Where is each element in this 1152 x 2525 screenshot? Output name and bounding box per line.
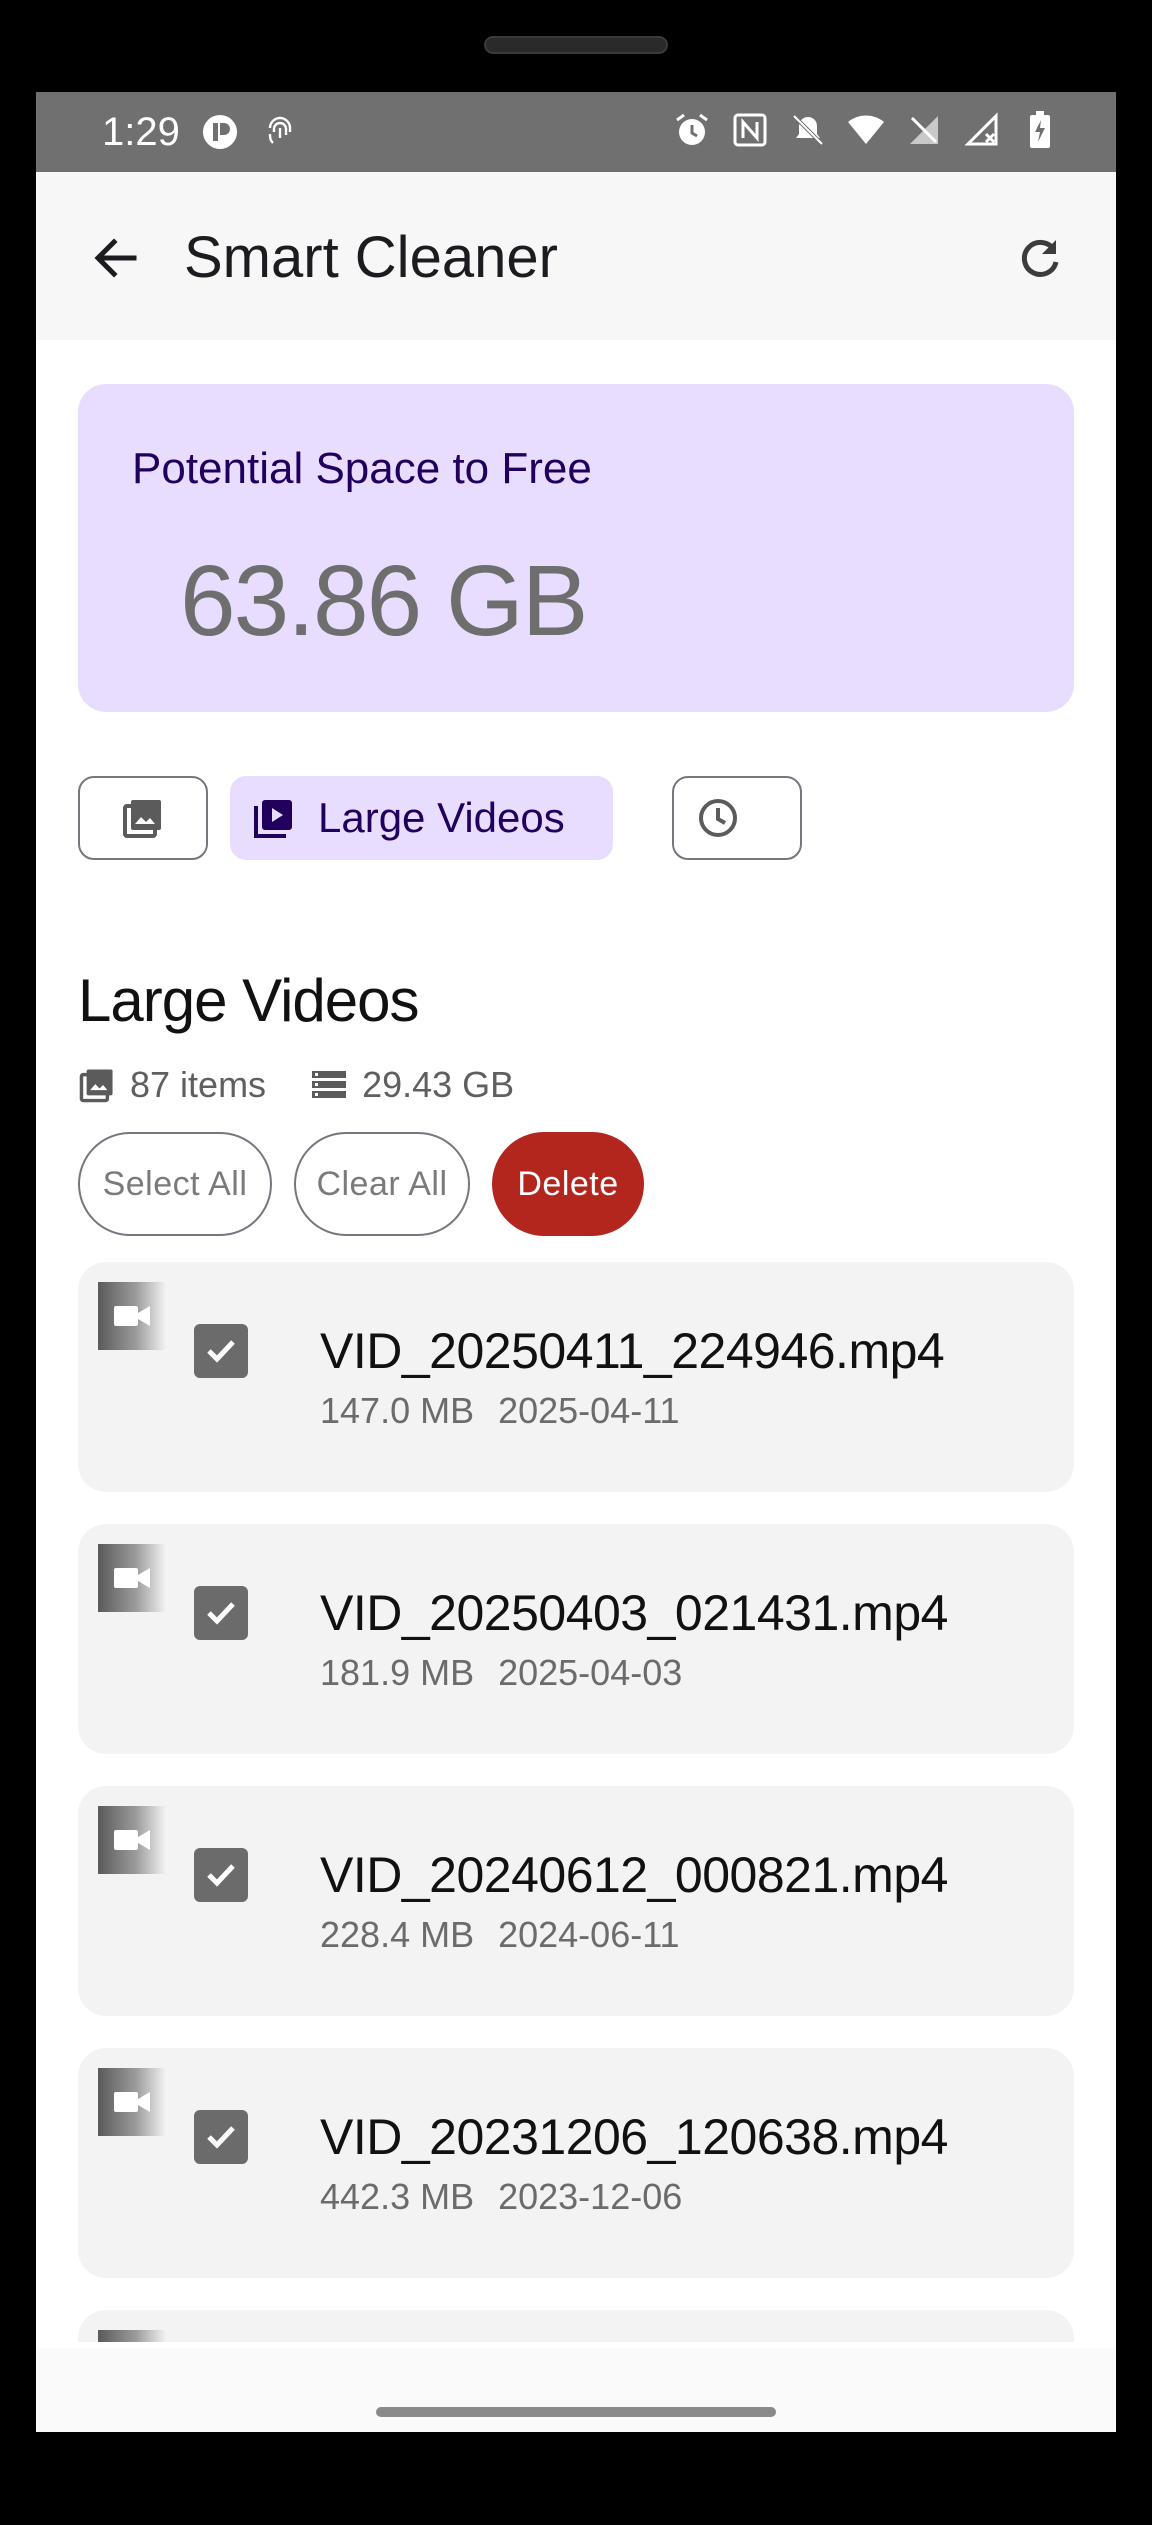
filter-chip-old-files[interactable] — [672, 776, 802, 860]
file-date: 2023-12-06 — [498, 2176, 683, 2217]
total-size-text: 29.43 GB — [362, 1064, 515, 1105]
filter-chip-large-videos[interactable]: Large Videos — [230, 776, 613, 860]
file-name: VID_20240612_000821.mp4 — [320, 1847, 948, 1903]
file-name: VID_20231206_120638.mp4 — [320, 2109, 948, 2165]
file-name: VID_20250403_021431.mp4 — [320, 1585, 948, 1641]
image-icon — [123, 800, 161, 838]
no-sim-icon — [904, 110, 944, 150]
earpiece — [484, 36, 668, 54]
back-button[interactable] — [80, 222, 152, 294]
nfc-icon — [730, 110, 770, 150]
app-bar: Smart Cleaner — [36, 172, 1116, 340]
file-size: 147.0 MB — [320, 1390, 475, 1431]
file-size: 442.3 MB — [320, 2176, 475, 2217]
file-date: 2024-06-11 — [498, 1914, 680, 1955]
gesture-handle[interactable] — [376, 2407, 776, 2417]
summary-card: Potential Space to Free 63.86 GB — [78, 384, 1074, 712]
no-signal-icon — [962, 110, 1002, 150]
file-details: 181.9 MB 2025-04-03 — [320, 1652, 682, 1694]
videocam-icon — [114, 1830, 150, 1850]
item-count: 87 items — [78, 1064, 266, 1106]
chip-label: Large Videos — [318, 794, 565, 841]
file-checkbox[interactable] — [194, 1586, 248, 1640]
file-card[interactable]: VID_20250403_021431.mp4 181.9 MB 2025-04-… — [78, 1524, 1074, 1754]
select-all-button[interactable]: Select All — [78, 1132, 272, 1236]
file-card[interactable]: VID_20240612_000821.mp4 228.4 MB 2024-06-… — [78, 1786, 1074, 2016]
storage-icon — [312, 1071, 347, 1098]
page-title: Smart Cleaner — [184, 225, 558, 290]
check-icon — [207, 2126, 235, 2149]
battery-charging-icon — [1020, 110, 1060, 150]
delete-button[interactable]: Delete — [492, 1132, 644, 1236]
status-bar: 1:29 — [36, 92, 1116, 172]
filter-chips: Large Videos — [78, 776, 1078, 860]
section-title: Large Videos — [78, 967, 419, 1034]
file-date: 2025-04-11 — [498, 1390, 680, 1431]
video-thumbnail — [98, 1544, 166, 1612]
status-left-icons — [200, 112, 300, 152]
navigation-bar-area — [36, 2348, 1116, 2432]
wifi-icon — [846, 110, 886, 150]
summary-label: Potential Space to Free — [132, 444, 592, 493]
file-size: 181.9 MB — [320, 1652, 475, 1693]
total-size: 29.43 GB — [310, 1064, 514, 1106]
file-details: 442.3 MB 2023-12-06 — [320, 2176, 682, 2218]
video-library-icon — [254, 800, 292, 838]
video-thumbnail — [98, 1806, 166, 1874]
app-notification-icon — [200, 112, 240, 152]
item-count-text: 87 items — [130, 1064, 267, 1105]
alarm-icon — [672, 110, 712, 150]
refresh-button[interactable] — [1004, 222, 1076, 294]
video-thumbnail — [98, 1282, 166, 1350]
file-checkbox[interactable] — [194, 2110, 248, 2164]
status-right-icons — [672, 110, 1060, 150]
phone-frame: 1:29 Smart Cleaner Potential Space to Fr… — [0, 0, 1152, 2525]
video-thumbnail — [98, 2330, 166, 2342]
videocam-icon — [114, 2092, 150, 2112]
file-checkbox[interactable] — [194, 1848, 248, 1902]
videocam-icon — [114, 1306, 150, 1326]
fingerprint-icon — [260, 112, 300, 152]
screen: 1:29 Smart Cleaner Potential Space to Fr… — [36, 92, 1116, 2432]
file-size: 228.4 MB — [320, 1914, 475, 1955]
clock-icon — [699, 799, 737, 837]
file-list: VID_20250411_224946.mp4 147.0 MB 2025-04-… — [78, 1262, 1074, 2342]
image-icon — [79, 1069, 113, 1103]
video-thumbnail — [98, 2068, 166, 2136]
check-icon — [207, 1602, 235, 1625]
refresh-icon — [1021, 239, 1059, 277]
file-card-partial[interactable] — [78, 2310, 1074, 2342]
status-time: 1:29 — [102, 110, 180, 154]
file-card[interactable]: VID_20231206_120638.mp4 442.3 MB 2023-12-… — [78, 2048, 1074, 2278]
mute-icon — [788, 110, 828, 150]
file-details: 147.0 MB 2025-04-11 — [320, 1390, 680, 1432]
clear-all-button[interactable]: Clear All — [294, 1132, 470, 1236]
filter-chip-images[interactable] — [78, 776, 208, 860]
check-icon — [207, 1864, 235, 1887]
arrow-back-icon — [94, 238, 137, 278]
file-card[interactable]: VID_20250411_224946.mp4 147.0 MB 2025-04-… — [78, 1262, 1074, 1492]
file-checkbox[interactable] — [194, 1324, 248, 1378]
summary-value: 63.86 GB — [180, 545, 589, 657]
section-meta: 87 items 29.43 GB — [78, 1060, 558, 1110]
check-icon — [207, 1340, 235, 1363]
file-name: VID_20250411_224946.mp4 — [320, 1323, 945, 1379]
videocam-icon — [114, 1568, 150, 1588]
file-date: 2025-04-03 — [498, 1652, 683, 1693]
file-details: 228.4 MB 2024-06-11 — [320, 1914, 680, 1956]
